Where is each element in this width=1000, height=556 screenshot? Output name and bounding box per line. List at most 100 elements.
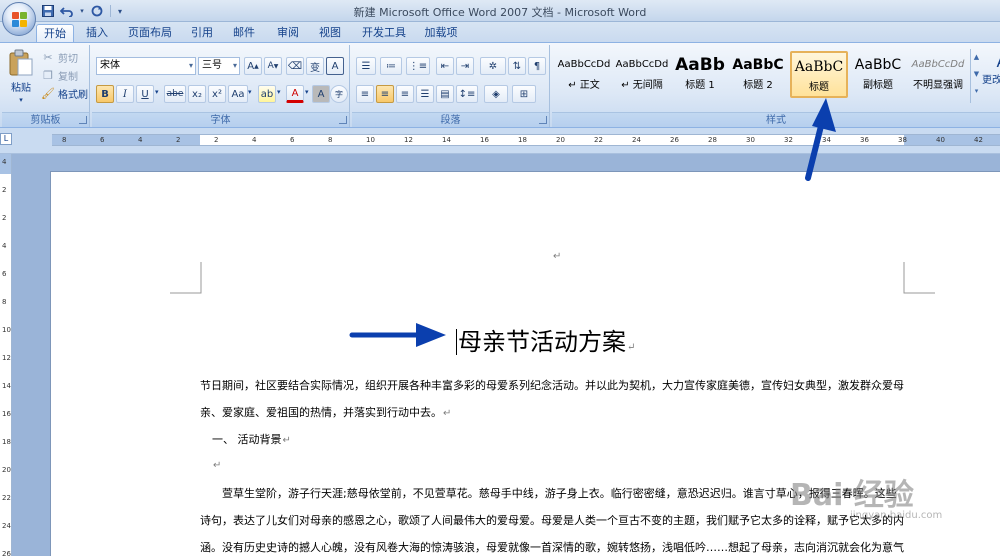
style-no-spacing[interactable]: AaBbCcDd ↵ 无间隔 [614,51,670,98]
shrink-font-button[interactable]: A ▼ [264,57,282,75]
body-paragraph-line[interactable]: 亲、爱家庭、爱祖国的热情，并落实到行动中去。↵ [200,404,451,420]
underline-button[interactable]: U [136,85,154,103]
style-name: ↵ 正文 [568,80,600,91]
strikethrough-button[interactable]: abe [164,85,186,103]
tab-mailings[interactable]: 邮件 [228,24,260,42]
align-left-button[interactable]: ≡ [356,85,374,103]
qat-customize-icon[interactable]: ▾ [116,3,124,19]
style-heading-1[interactable]: AaBb 标题 1 [672,51,728,98]
ruler-tick-label: 34 [822,136,831,144]
tab-insert[interactable]: 插入 [80,24,114,42]
italic-button[interactable]: I [116,85,134,103]
save-icon[interactable] [40,3,56,19]
grow-font-button[interactable]: A ▲ [244,57,262,75]
borders-button[interactable]: ⊞ [512,85,536,103]
font-color-button[interactable]: A [286,85,304,103]
section-heading[interactable]: 一、 活动背景↵ [212,431,291,447]
body-paragraph-line[interactable]: 涵。没有历史史诗的撼人心魄，没有风卷大海的惊涛骇浪，母爱就像一首深情的歌，婉转悠… [200,539,904,555]
style-subtle-emphasis[interactable]: AaBbCcDd 不明显强调 [908,51,968,98]
distributed-button[interactable]: ▤ [436,85,454,103]
style-name: 副标题 [863,80,893,91]
enclose-characters-button[interactable]: 字 [330,85,348,103]
clipboard-launcher-icon[interactable] [79,116,87,124]
asian-layout-button[interactable]: ✲ [480,57,506,75]
underline-dropdown-icon[interactable]: ▾ [155,88,159,96]
character-shading-button[interactable]: A [312,85,330,103]
style-sample: AaBb [675,55,725,75]
vertical-ruler[interactable]: 4 2 2 4 6 8 10 12 14 16 18 20 22 24 26 [0,154,12,556]
enclose-label: 字 [335,89,343,99]
body-paragraph-line[interactable]: 节日期间，社区要结合实际情况，组织开展各种丰富多彩的母爱系列纪念活动。并以此为契… [200,377,904,393]
tab-selector-button[interactable]: L [0,133,12,145]
change-styles-button[interactable]: A 更改样式 [982,52,1000,87]
tab-developer[interactable]: 开发工具 [358,24,410,42]
numbering-button[interactable]: ≔ [380,57,402,75]
tab-home[interactable]: 开始 [36,24,74,42]
ruler-tick-label: 40 [936,136,945,144]
shading-button[interactable]: ◈ [484,85,508,103]
ruler-tick-label: 2 [214,136,219,144]
change-case-dropdown-icon[interactable]: ▾ [248,88,252,96]
paste-dropdown-icon[interactable]: ▾ [19,96,23,104]
tab-review[interactable]: 审阅 [272,24,304,42]
horizontal-ruler[interactable]: 8 6 4 2 2 4 6 8 10 12 14 16 18 20 22 24 26 28 30 32 34 36 38 40… [52,134,1000,146]
line-spacing-button[interactable]: ↕≡ [456,85,478,103]
font-size-combo[interactable]: 三号 ▾ [198,57,240,75]
ruler-bar: L 8 6 4 2 2 4 6 8 10 12 14 16 18 20 22 24 26 28 30 32 34 36 38… [0,128,1000,154]
show-marks-button[interactable]: ¶ [528,57,546,75]
watermark-text: Bai 经验 [790,478,914,513]
office-button[interactable] [2,2,36,36]
superscript-button[interactable]: x² [208,85,226,103]
cut-button[interactable]: ✂ 剪切 [40,49,78,65]
bullets-button[interactable]: ☰ [356,57,376,75]
increase-indent-button[interactable]: ⇥ [456,57,474,75]
redo-icon[interactable] [89,3,105,19]
align-right-button[interactable]: ≡ [396,85,414,103]
justify-button[interactable]: ☰ [416,85,434,103]
style-heading-2[interactable]: AaBbC 标题 2 [730,51,786,98]
text-cursor [456,329,457,355]
sort-button[interactable]: ⇅ [508,57,526,75]
bold-button[interactable]: B [96,85,114,103]
tab-view[interactable]: 视图 [314,24,346,42]
font-launcher-icon[interactable] [339,116,347,124]
font-name-value: 宋体 [100,60,120,71]
style-normal[interactable]: AaBbCcDd ↵ 正文 [556,51,612,98]
font-color-dropdown-icon[interactable]: ▾ [305,88,309,96]
change-case-button[interactable]: Aa [228,85,248,103]
font-name-combo[interactable]: 宋体 ▾ [96,57,196,75]
copy-label: 复制 [58,71,78,83]
styles-scroll[interactable]: ▲ ▼ ▾ [970,49,982,103]
copy-button[interactable]: ❐ 复制 [40,67,78,83]
font-size-value: 三号 [202,60,222,71]
character-border-button[interactable]: A [326,57,344,75]
highlight-button[interactable]: ab [258,85,276,103]
tab-addins[interactable]: 加载项 [420,24,462,42]
subscript-button[interactable]: x₂ [188,85,206,103]
line-spacing-icon: ↕≡ [458,88,476,100]
ruler-tick-label: 22 [594,136,603,144]
style-title[interactable]: AaBbC 标题 [790,51,848,98]
distributed-icon: ▤ [440,88,450,100]
align-center-button[interactable]: ≡ [376,85,394,103]
style-subtitle[interactable]: AaBbC 副标题 [850,51,906,98]
phonetic-guide-button[interactable]: 变 [306,57,324,75]
empty-paragraph[interactable]: ↵ [212,458,221,471]
tab-page-layout[interactable]: 页面布局 [124,24,176,42]
undo-dropdown-icon[interactable]: ▾ [78,3,86,19]
document-heading[interactable]: 母亲节活动方案↵ [456,322,635,357]
borders-icon: ⊞ [519,88,529,100]
paragraph-launcher-icon[interactable] [539,116,547,124]
tab-references[interactable]: 引用 [186,24,218,42]
multilevel-list-icon: ⋮≡ [408,60,428,72]
decrease-indent-button[interactable]: ⇤ [436,57,454,75]
baidu-watermark: Bai 经验 jingyan.baidu.com [790,470,960,530]
undo-icon[interactable] [59,3,75,19]
paste-button[interactable]: 粘贴 ▾ [6,49,36,104]
format-painter-button[interactable]: 🖌 格式刷 [40,85,88,101]
vruler-tick-label: 4 [2,242,7,250]
clipboard-group-label: 剪贴板 [2,112,89,127]
clear-formatting-button[interactable]: ⌫ [286,57,304,75]
highlight-dropdown-icon[interactable]: ▾ [277,88,281,96]
multilevel-list-button[interactable]: ⋮≡ [406,57,430,75]
